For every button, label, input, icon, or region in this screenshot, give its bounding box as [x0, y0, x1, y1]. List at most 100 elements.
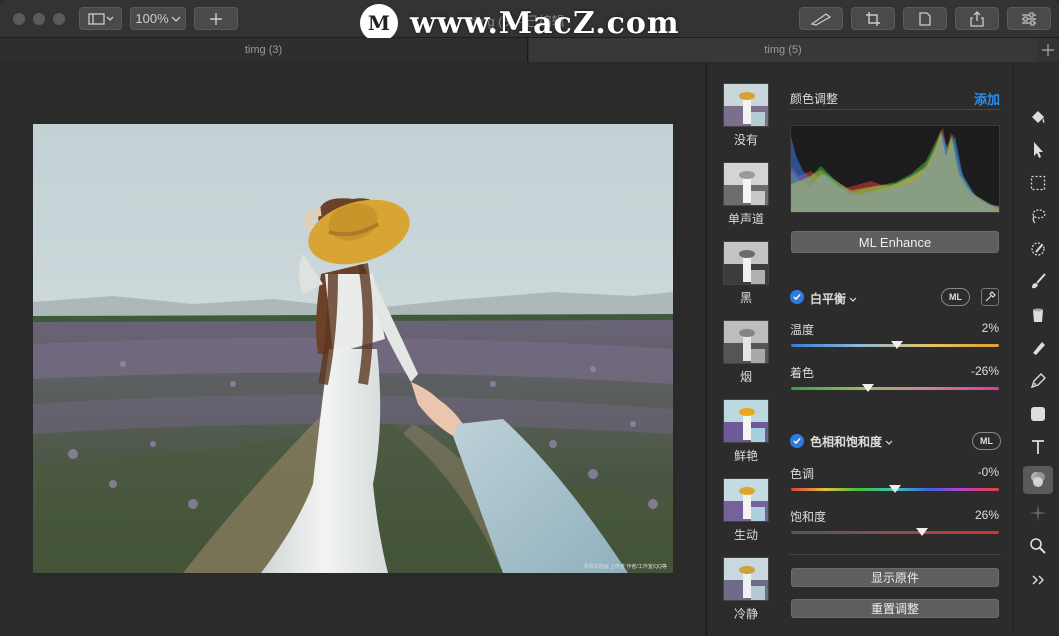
white-balance-checkbox[interactable]: [790, 290, 804, 304]
hue-sat-ml-button[interactable]: ML: [972, 432, 1001, 450]
annotate-button[interactable]: [799, 7, 843, 30]
arrow-cursor-icon: [1034, 142, 1043, 158]
hue-label: 色调: [790, 467, 815, 481]
pointer-tool[interactable]: [1023, 136, 1053, 164]
eraser-tool[interactable]: [1023, 334, 1053, 362]
white-balance-ml-button[interactable]: ML: [941, 288, 970, 306]
text-tool[interactable]: [1023, 433, 1053, 461]
watermark-text: www.MacZ.com: [410, 5, 680, 41]
magic-select-tool[interactable]: [1023, 235, 1053, 263]
white-balance-title[interactable]: 白平衡: [810, 290, 857, 307]
hue-sat-title[interactable]: 色相和饱和度: [810, 433, 893, 450]
paint-can-icon: [1033, 308, 1043, 322]
reset-adjustments-button[interactable]: 重置调整: [791, 599, 999, 618]
zoom-value: 100%: [135, 11, 169, 26]
paint-bucket-icon: [1032, 111, 1045, 123]
brush-icon: [1032, 273, 1046, 289]
zoom-button[interactable]: [53, 13, 65, 25]
saturation-value: 26%: [974, 508, 999, 522]
close-button[interactable]: [13, 13, 25, 25]
preset-label: 单声道: [727, 212, 764, 226]
document-button[interactable]: [903, 7, 947, 30]
paint-bucket-tool[interactable]: [1023, 103, 1053, 131]
preset-label: 没有: [733, 133, 758, 147]
fill-tool[interactable]: [1023, 301, 1053, 329]
tint-slider-thumb[interactable]: [861, 384, 874, 392]
preset-thumbnail: [723, 478, 769, 522]
zoom-select[interactable]: 100%: [130, 7, 186, 30]
effects-tool[interactable]: [1023, 499, 1053, 527]
title-bar: 100% timg (5) - 已编辑 M www.MacZ.com: [0, 0, 1059, 42]
saturation-slider-thumb[interactable]: [916, 528, 929, 536]
crop-icon: [866, 11, 880, 26]
preset-label: 黑: [739, 291, 752, 305]
tab-timg-5[interactable]: timg (5): [529, 38, 1037, 62]
brush-tool[interactable]: [1023, 268, 1053, 296]
new-tab-button[interactable]: [1037, 38, 1059, 62]
zoom-tool[interactable]: [1023, 532, 1053, 560]
eyedropper-button[interactable]: [981, 288, 999, 306]
settings-button[interactable]: [1007, 7, 1051, 30]
tab-timg-3[interactable]: timg (3): [0, 38, 528, 62]
preset-mono[interactable]: 单声道: [723, 162, 769, 227]
preset-lively[interactable]: 生动: [723, 478, 769, 543]
hue-slider-thumb[interactable]: [889, 485, 901, 493]
image-canvas[interactable]: 浙风车插画 上传者 作者/工作室/QQ等: [0, 63, 706, 636]
preset-thumbnail: [723, 83, 769, 127]
histogram: [790, 125, 1000, 213]
adjustments-panel: 颜色调整 添加 ML Enhance 白平衡 ML 温度 2% 着色 -26% …: [780, 63, 1013, 636]
tint-slider-track[interactable]: [791, 387, 999, 390]
photo[interactable]: 浙风车插画 上传者 作者/工作室/QQ等: [33, 124, 673, 573]
crop-button[interactable]: [851, 7, 895, 30]
tint-value: -26%: [970, 364, 999, 378]
sidebar-icon: [87, 12, 113, 25]
add-layer-button[interactable]: [194, 7, 238, 30]
chevron-down-icon: [171, 16, 181, 22]
preset-none[interactable]: 没有: [723, 83, 769, 148]
photo-image: [33, 124, 673, 573]
rect-select-tool[interactable]: [1023, 169, 1053, 197]
pen-tool[interactable]: [1023, 367, 1053, 395]
white-balance-label: 白平衡: [810, 292, 847, 306]
hue-sat-checkbox[interactable]: [790, 434, 804, 448]
pen-icon: [1030, 373, 1046, 389]
temperature-label: 温度: [790, 323, 815, 337]
preset-smoke[interactable]: 烟: [723, 320, 769, 385]
preset-calm[interactable]: 冷静: [723, 557, 769, 622]
preset-label: 烟: [739, 370, 752, 384]
sidebar-toggle-button[interactable]: [79, 7, 122, 30]
sliders-icon: [1022, 12, 1036, 25]
lasso-tool[interactable]: [1023, 202, 1053, 230]
share-button[interactable]: [955, 7, 999, 30]
eyedropper-icon: [985, 291, 996, 302]
temperature-slider-thumb[interactable]: [891, 341, 904, 349]
preset-list: 没有 单声道 黑 烟 鲜艳 生动 冷静: [706, 63, 780, 636]
preset-thumbnail: [723, 320, 769, 364]
divider: [789, 109, 1001, 110]
saturation-label: 饱和度: [790, 510, 827, 524]
lasso-icon: [1032, 209, 1046, 224]
more-tools-button[interactable]: [1023, 566, 1053, 594]
preset-vivid[interactable]: 鲜艳: [723, 399, 769, 464]
checkmark-icon: [793, 438, 801, 445]
plus-icon: [1042, 44, 1054, 56]
effects-icon: [1029, 504, 1047, 522]
saturation-slider-track[interactable]: [791, 531, 999, 534]
shape-tool[interactable]: [1023, 400, 1053, 428]
magic-select-icon: [1031, 242, 1045, 256]
hue-sat-label: 色相和饱和度: [810, 435, 883, 449]
tool-bar: [1013, 63, 1059, 636]
add-adjustment-link[interactable]: 添加: [974, 89, 1000, 108]
preset-black[interactable]: 黑: [723, 241, 769, 306]
color-adjust-tool[interactable]: [1023, 466, 1053, 494]
preset-label: 生动: [733, 528, 758, 542]
color-adjust-title: 颜色调整: [790, 92, 839, 106]
minimize-button[interactable]: [33, 13, 45, 25]
preset-thumbnail: [723, 399, 769, 443]
show-original-button[interactable]: 显示原件: [791, 568, 999, 587]
preset-thumbnail: [723, 557, 769, 601]
tint-label: 着色: [790, 366, 815, 380]
ml-enhance-button[interactable]: ML Enhance: [791, 231, 999, 253]
pen-stroke-icon: [810, 12, 832, 26]
watermark: M www.MacZ.com: [360, 4, 680, 42]
